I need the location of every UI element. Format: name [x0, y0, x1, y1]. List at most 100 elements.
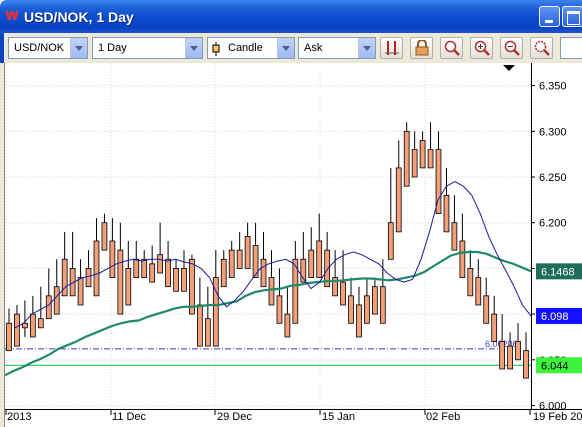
candle-body	[387, 222, 394, 260]
candle-body	[141, 258, 148, 278]
candle-body	[204, 318, 211, 347]
candle-body	[427, 149, 434, 169]
chevron-down-icon[interactable]	[185, 38, 202, 58]
candle-body	[101, 222, 108, 251]
maximize-button[interactable]	[562, 6, 582, 27]
y-tick-label: 6.350	[539, 81, 567, 93]
candle-body	[451, 222, 458, 251]
candle-body	[395, 167, 402, 233]
candle-body	[228, 249, 235, 278]
x-tick-label: 02 Feb	[426, 411, 460, 423]
candle-body	[467, 268, 474, 297]
candle-body	[276, 295, 283, 324]
x-tick-label: 15 Jan	[322, 411, 355, 423]
x-tick-label: 19 Feb 20	[533, 411, 582, 423]
chevron-down-icon[interactable]	[358, 38, 375, 58]
candle-body	[14, 313, 20, 347]
candle-body	[364, 295, 370, 324]
y-tick-label: 6.300	[539, 126, 567, 138]
period-select[interactable]: 1 Day	[92, 37, 203, 59]
candle-body	[53, 286, 60, 315]
x-tick-label: 2013	[7, 411, 31, 423]
candle-body	[181, 268, 187, 292]
candle-body	[316, 240, 323, 278]
candle-body	[356, 304, 362, 338]
price-side-value: Ask	[304, 42, 323, 54]
zoom-fit-button[interactable]	[530, 37, 553, 59]
indicator-button[interactable]	[380, 37, 403, 59]
extra-select[interactable]	[560, 37, 582, 59]
zoom-out-button[interactable]	[500, 37, 523, 59]
candle-body	[459, 240, 466, 278]
candle-body	[507, 345, 513, 370]
candle-body	[165, 258, 171, 288]
symbol-select[interactable]: USD/NOK	[8, 37, 88, 59]
window-title: USD/NOK, 1 Day	[24, 9, 134, 25]
candle-body	[499, 341, 506, 370]
ma-fast-price-label: 6.098	[541, 311, 569, 323]
chart-type-value: Candle	[228, 42, 263, 54]
symbol-value: USD/NOK	[14, 42, 65, 54]
candle-body	[268, 277, 275, 306]
chevron-down-icon[interactable]	[277, 38, 294, 58]
price-chart[interactable]: 6.3506.3006.2506.2006.1506.1006.0506.000…	[4, 63, 582, 427]
candle-body	[372, 286, 378, 315]
candle-body	[523, 350, 529, 379]
candle-body	[117, 249, 124, 315]
candle-body	[133, 258, 140, 278]
lock-icon	[415, 39, 428, 56]
candle-body	[340, 281, 346, 306]
candle-body	[6, 322, 12, 352]
candle-body	[260, 258, 267, 288]
candle-body	[244, 236, 251, 269]
chart-window: ₩ USD/NOK, 1 Day USD/NOK 1 Day Candle As…	[0, 0, 582, 427]
x-tick-label: 11 Dec	[112, 411, 147, 423]
candle-body	[173, 268, 179, 292]
candle-body	[85, 268, 92, 288]
zoom-icon	[444, 40, 460, 56]
candle-body	[45, 295, 52, 320]
minimize-button[interactable]	[539, 6, 560, 27]
y-tick-label: 6.200	[539, 218, 567, 230]
period-value: 1 Day	[98, 42, 127, 54]
current-price-label: 6.044	[541, 360, 569, 372]
candle-body	[220, 258, 227, 288]
zoom-out-icon	[504, 40, 520, 56]
candle-body	[348, 295, 354, 324]
lock-button[interactable]	[410, 37, 433, 59]
chart-type-select[interactable]: Candle	[207, 37, 295, 59]
candle-body	[403, 130, 410, 187]
zoom-in-icon	[474, 40, 490, 56]
x-tick-label: 29 Dec	[217, 411, 252, 423]
ma-slow-price-label: 6.1468	[541, 266, 575, 278]
candle-body	[93, 240, 100, 297]
price-chart-canvas[interactable]: 6.3506.3006.2506.2006.1506.1006.0506.000…	[5, 63, 582, 427]
candle-icon	[212, 42, 220, 59]
candle-body	[475, 277, 482, 306]
candle-body	[491, 313, 498, 342]
zoom-fit-icon	[534, 40, 550, 56]
zoom-button[interactable]	[440, 37, 463, 59]
title-bar[interactable]: ₩ USD/NOK, 1 Day	[0, 0, 582, 33]
candle-body	[29, 313, 36, 338]
candle-body	[37, 318, 44, 329]
chevron-down-icon[interactable]	[70, 38, 87, 58]
candle-body	[125, 268, 132, 306]
candle-body	[157, 254, 163, 274]
scroll-marker-icon	[503, 65, 515, 71]
candle-body	[308, 249, 315, 278]
candle-body	[284, 313, 291, 338]
candle-body	[443, 194, 450, 233]
y-tick-label: 6.250	[539, 172, 567, 184]
candle-body	[236, 249, 243, 269]
candle-body	[379, 286, 386, 324]
candle-body	[197, 304, 203, 347]
price-side-select[interactable]: Ask	[298, 37, 376, 59]
candle-body	[411, 149, 418, 178]
chart-toolbar: USD/NOK 1 Day Candle Ask	[0, 33, 582, 63]
candle-body	[515, 341, 521, 361]
candle-body	[109, 240, 116, 278]
candle-body	[149, 263, 156, 283]
zoom-in-button[interactable]	[470, 37, 493, 59]
indicator-icon	[384, 41, 399, 55]
